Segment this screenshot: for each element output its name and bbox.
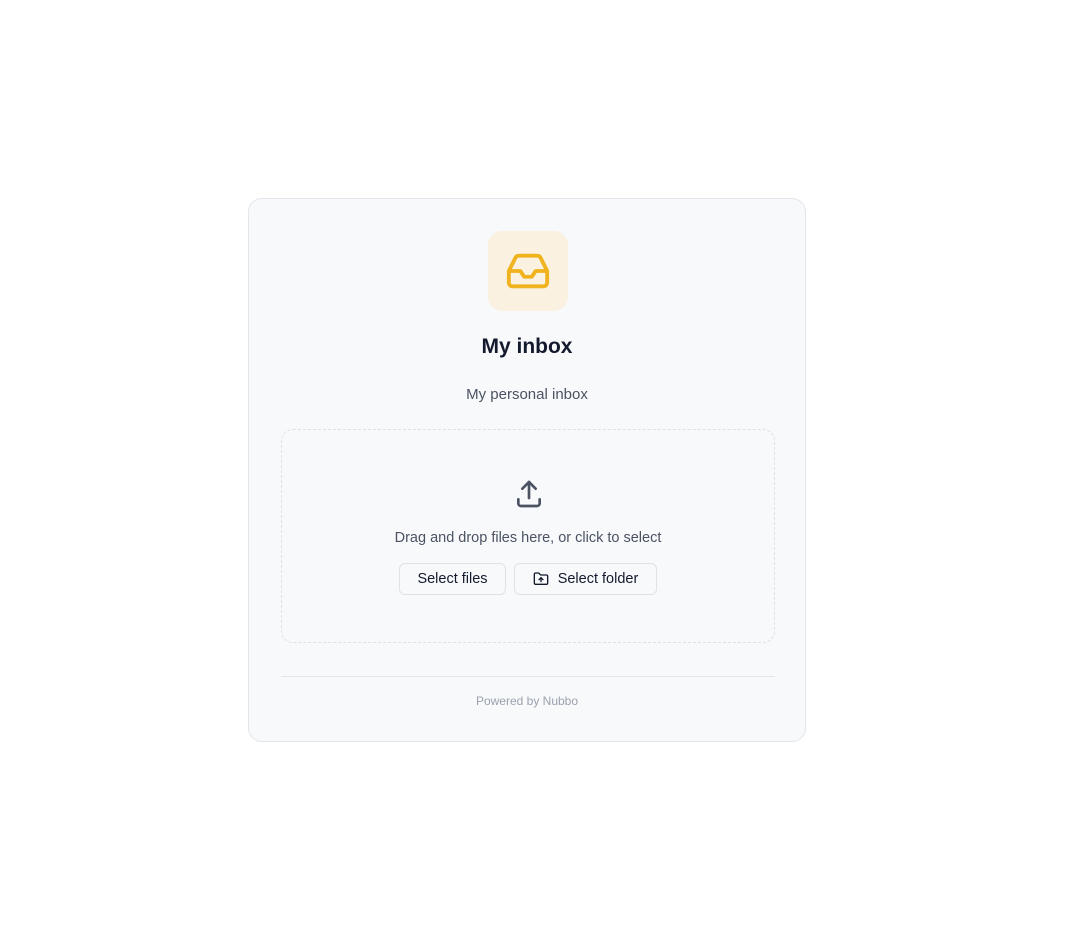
inbox-title: My inbox	[481, 335, 573, 358]
footer-divider	[281, 676, 775, 677]
select-files-label: Select files	[417, 571, 488, 587]
inbox-icon-tile	[488, 231, 568, 311]
select-files-button[interactable]: Select files	[399, 563, 506, 595]
upload-icon	[513, 478, 545, 510]
select-folder-label: Select folder	[557, 571, 639, 587]
powered-by-footer: Powered by Nubbo	[475, 694, 579, 708]
inbox-card: My inbox My personal inbox Drag and drop…	[248, 198, 806, 742]
select-folder-button[interactable]: Select folder	[514, 563, 657, 595]
dropzone-instructions: Drag and drop files here, or click to se…	[394, 530, 662, 546]
folder-upload-icon	[533, 571, 549, 587]
inbox-description: My personal inbox	[466, 386, 588, 403]
inbox-icon	[505, 248, 551, 294]
file-dropzone[interactable]: Drag and drop files here, or click to se…	[281, 429, 775, 643]
